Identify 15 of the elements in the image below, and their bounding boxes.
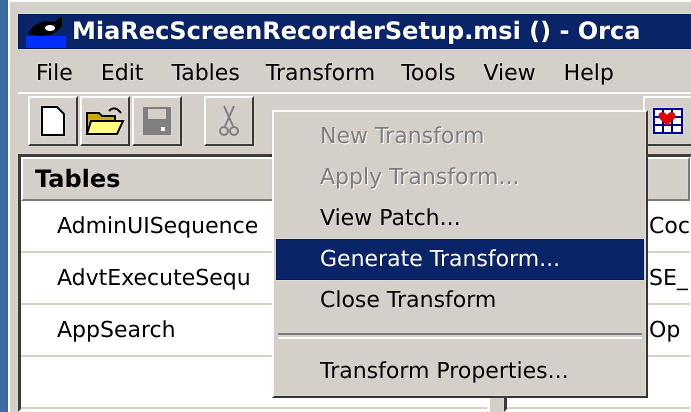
toolbar-button[interactable] (28, 96, 78, 146)
scissors-icon (219, 104, 239, 138)
menu-item[interactable]: Help (550, 54, 628, 92)
toolbar-button[interactable] (80, 96, 130, 146)
menu-item[interactable]: Tables (157, 54, 254, 92)
window-title: MiaRecScreenRecorderSetup.msi () - Orca (72, 17, 640, 46)
menu-item[interactable]: View (469, 54, 550, 92)
menu-option[interactable]: Generate Transform... (276, 239, 644, 280)
folder-icon (85, 104, 125, 137)
menu-item[interactable]: Edit (86, 54, 158, 92)
orca-whale-icon (26, 14, 66, 48)
new-file-icon (40, 104, 66, 137)
menu-item[interactable]: Tools (387, 54, 470, 92)
menu-item[interactable]: File (22, 54, 87, 92)
menu-item[interactable]: Transform (254, 56, 388, 90)
